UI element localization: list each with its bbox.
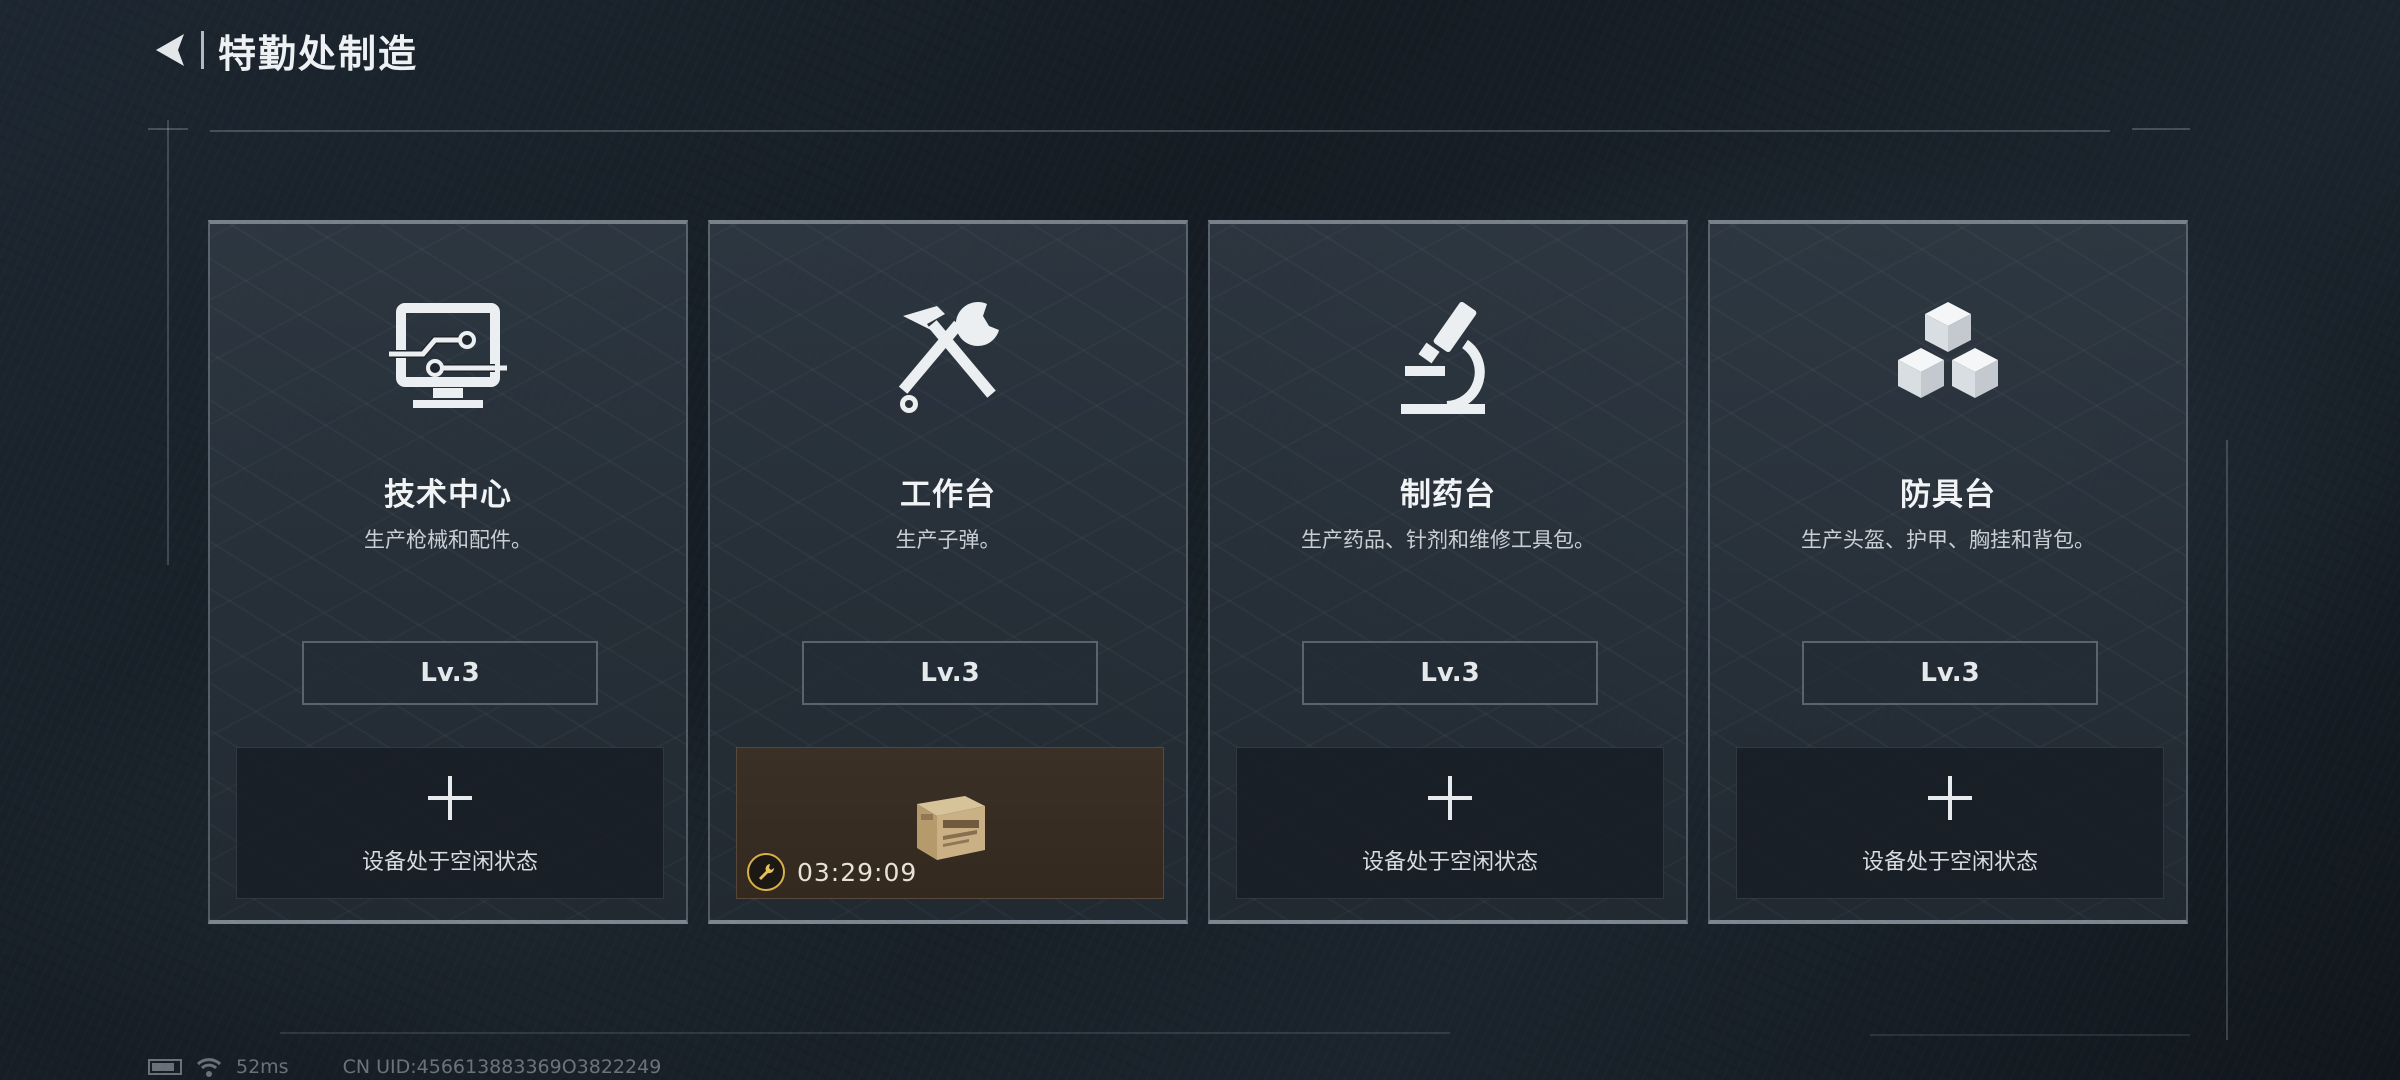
header: 特勤处制造 xyxy=(145,22,418,78)
station-name: 防具台 xyxy=(1900,477,1996,513)
monitor-circuit-icon xyxy=(389,303,507,408)
top-divider-right xyxy=(2132,128,2190,130)
plus-icon xyxy=(1928,776,1972,820)
ammo-box-icon xyxy=(917,796,985,860)
bottom-divider xyxy=(280,1032,1450,1034)
slot-status-text: 设备处于空闲状态 xyxy=(1861,850,2038,875)
station-description: 生产药品、针剂和维修工具包。 xyxy=(1301,528,1595,552)
production-timer: 03:29:09 xyxy=(747,852,917,892)
station-card-armor[interactable]: 防具台 生产头盔、护甲、胸挂和背包。 Lv.3 设备处于空闲状态 xyxy=(1708,220,2188,924)
station-list: 技术中心 生产枪械和配件。 Lv.3 设备处于空闲状态 工作台 生产子弹。 Lv… xyxy=(208,220,2188,924)
uid-text: CN UID:456613883369O3822249 xyxy=(342,1056,662,1078)
station-description: 生产头盔、护甲、胸挂和背包。 xyxy=(1801,528,2095,552)
slot-status-text: 设备处于空闲状态 xyxy=(361,850,538,875)
ping-text: 52ms xyxy=(236,1056,289,1078)
station-card-tech-center[interactable]: 技术中心 生产枪械和配件。 Lv.3 设备处于空闲状态 xyxy=(208,220,688,924)
station-name: 技术中心 xyxy=(384,477,512,513)
production-slot-idle[interactable]: 设备处于空闲状态 xyxy=(1236,747,1664,899)
top-divider xyxy=(210,130,2110,132)
crafting-screen: 特勤处制造 技术中心 生产枪械和配件。 Lv.3 设备处于空闲状态 工作台 生产… xyxy=(0,0,2400,1080)
production-slot-active[interactable]: 03:29:09 xyxy=(736,747,1164,899)
production-slot-idle[interactable]: 设备处于空闲状态 xyxy=(236,747,664,899)
status-bar: 52ms CN UID:456613883369O3822249 xyxy=(148,1054,661,1080)
station-card-pharmacy[interactable]: 制药台 生产药品、针剂和维修工具包。 Lv.3 设备处于空闲状态 xyxy=(1208,220,1688,924)
station-level: Lv.3 xyxy=(1302,641,1598,705)
timer-text: 03:29:09 xyxy=(797,857,918,887)
hammer-wrench-icon xyxy=(898,301,999,413)
bottom-divider-right xyxy=(1870,1034,2190,1036)
cubes-icon xyxy=(1898,302,1998,398)
battery-icon xyxy=(148,1059,182,1075)
station-description: 生产子弹。 xyxy=(895,528,1001,552)
station-description: 生产枪械和配件。 xyxy=(364,528,532,552)
header-separator xyxy=(201,31,204,69)
wrench-timer-icon xyxy=(747,853,785,891)
station-level: Lv.3 xyxy=(302,641,598,705)
back-arrow-icon xyxy=(156,34,184,66)
production-slot-idle[interactable]: 设备处于空闲状态 xyxy=(1736,747,2164,899)
microscope-icon xyxy=(1401,301,1485,414)
station-level: Lv.3 xyxy=(802,641,1098,705)
station-level: Lv.3 xyxy=(1802,641,2098,705)
page-title: 特勤处制造 xyxy=(218,31,419,76)
back-button[interactable] xyxy=(145,22,195,78)
station-card-workbench[interactable]: 工作台 生产子弹。 Lv.3 03:29:09 xyxy=(708,220,1188,924)
plus-icon xyxy=(1428,776,1472,820)
slot-status-text: 设备处于空闲状态 xyxy=(1361,850,1538,875)
station-name: 工作台 xyxy=(900,477,996,513)
right-frame-line xyxy=(2226,440,2228,1040)
station-name: 制药台 xyxy=(1400,477,1496,513)
left-frame-line xyxy=(167,120,169,565)
wifi-icon xyxy=(196,1058,222,1077)
plus-icon xyxy=(428,776,472,820)
